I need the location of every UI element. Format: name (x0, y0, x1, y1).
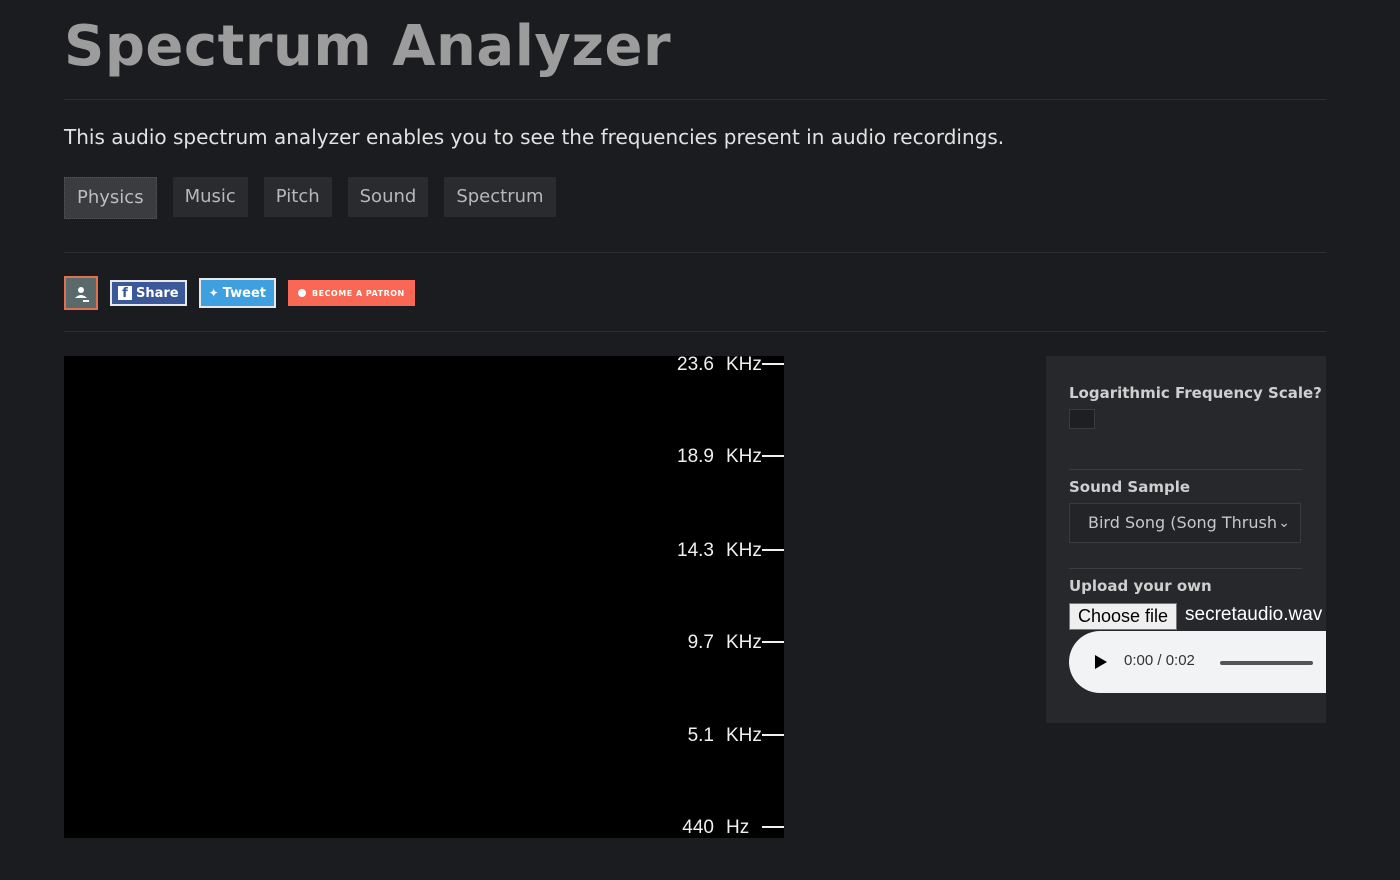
tag-physics[interactable]: Physics (64, 177, 157, 219)
page-description: This audio spectrum analyzer enables you… (64, 125, 1005, 149)
tag-music[interactable]: Music (172, 177, 248, 217)
classroom-icon[interactable] (64, 276, 98, 310)
freq-value: 14.3 (677, 540, 714, 561)
freq-tick (762, 734, 784, 736)
spectrogram-canvas[interactable]: 23.6 KHz 18.9 KHz 14.3 KHz 9.7 KHz 5.1 K… (64, 354, 784, 838)
title-divider (64, 99, 1326, 100)
freq-value: 9.7 (687, 632, 714, 653)
freq-tick (762, 455, 784, 457)
chevron-down-icon: ⌄ (1278, 515, 1290, 531)
share-label: Share (136, 285, 179, 301)
patron-label: BECOME A PATRON (312, 288, 405, 298)
sound-sample-select[interactable]: Bird Song (Song Thrush ⌄ (1069, 503, 1301, 543)
freq-value: 18.9 (677, 446, 714, 467)
controls-panel: Logarithmic Frequency Scale? Sound Sampl… (1046, 356, 1326, 723)
audio-player: 0:00 / 0:02 (1069, 631, 1326, 693)
freq-unit: KHz (726, 540, 762, 561)
freq-unit: KHz (726, 725, 762, 746)
freq-unit: KHz (726, 446, 762, 467)
freq-value: 5.1 (687, 725, 714, 746)
freq-value: 23.6 (677, 354, 714, 375)
patreon-button[interactable]: BECOME A PATRON (288, 280, 415, 306)
panel-divider (1069, 469, 1302, 470)
tag-list: Physics Music Pitch Sound Spectrum (64, 177, 556, 219)
freq-label: 14.3 KHz (64, 540, 784, 561)
freq-label: 9.7 KHz (64, 632, 784, 653)
tweet-label: Tweet (222, 285, 266, 301)
freq-unit: KHz (726, 632, 762, 653)
freq-value: 440 (682, 817, 714, 838)
tag-pitch[interactable]: Pitch (263, 177, 332, 217)
freq-unit: KHz (726, 354, 762, 375)
audio-time: 0:00 / 0:02 (1124, 652, 1195, 669)
log-scale-label: Logarithmic Frequency Scale? (1069, 384, 1322, 402)
play-icon[interactable] (1095, 655, 1107, 669)
freq-tick (762, 641, 784, 643)
social-divider (64, 331, 1326, 332)
freq-tick (762, 363, 784, 365)
tags-divider (64, 252, 1326, 253)
freq-tick (762, 826, 784, 828)
page-title: Spectrum Analyzer (64, 14, 672, 79)
sound-sample-label: Sound Sample (1069, 478, 1191, 496)
freq-unit: Hz (726, 817, 750, 838)
log-scale-checkbox[interactable] (1069, 409, 1095, 429)
twitter-bird-icon: ✦ (208, 286, 219, 300)
facebook-icon: f (118, 286, 132, 301)
freq-tick (762, 549, 784, 551)
patreon-icon (298, 289, 306, 297)
upload-label: Upload your own (1069, 577, 1212, 595)
social-bar: f Share ✦ Tweet BECOME A PATRON (64, 276, 415, 310)
choose-file-button[interactable]: Choose file (1069, 603, 1178, 630)
freq-label: 18.9 KHz (64, 446, 784, 467)
freq-label: 440 Hz (64, 817, 784, 838)
tweet-button[interactable]: ✦ Tweet (198, 278, 276, 308)
audio-seek-bar[interactable] (1220, 661, 1313, 665)
freq-label: 23.6 KHz (64, 354, 784, 375)
panel-divider (1069, 568, 1302, 569)
tag-sound[interactable]: Sound (347, 177, 429, 217)
freq-label: 5.1 KHz (64, 725, 784, 746)
sound-sample-value: Bird Song (Song Thrush (1088, 513, 1277, 532)
tag-spectrum[interactable]: Spectrum (444, 177, 556, 217)
file-name: secretaudio.wav (1185, 604, 1323, 625)
facebook-share-button[interactable]: f Share (110, 280, 187, 306)
